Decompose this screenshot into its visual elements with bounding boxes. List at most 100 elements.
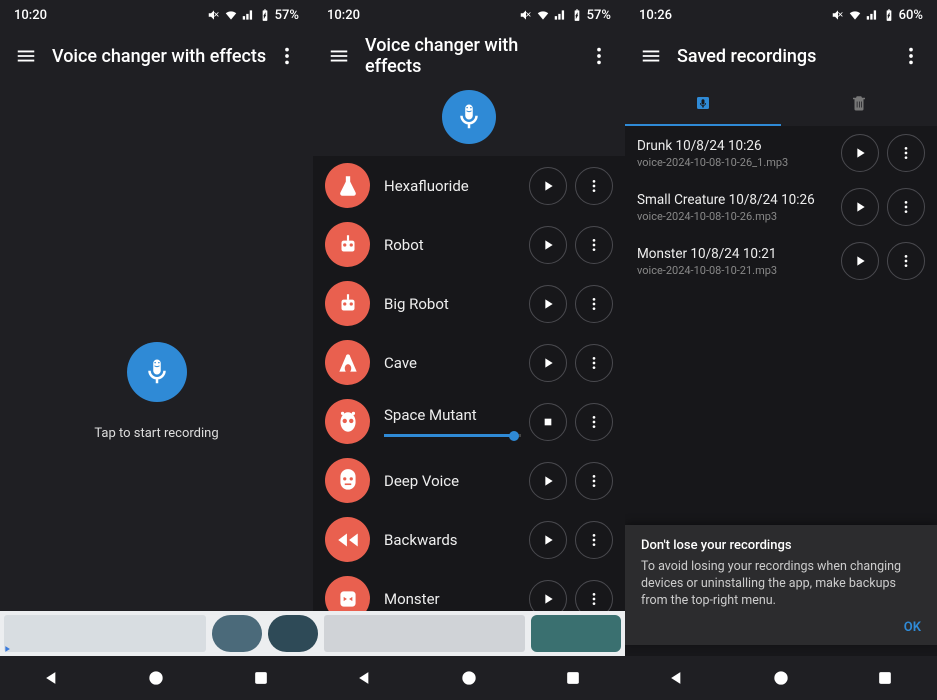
play-icon — [540, 591, 556, 607]
effect-more-button[interactable] — [575, 521, 613, 559]
record-button[interactable] — [127, 342, 187, 402]
recording-filename: voice-2024-10-08-10-26.mp3 — [637, 210, 833, 223]
recording-more-button[interactable] — [887, 134, 925, 172]
ad-banner[interactable] — [0, 611, 625, 656]
recording-more-button[interactable] — [887, 188, 925, 226]
more-button[interactable] — [579, 36, 619, 76]
play-icon — [540, 296, 556, 312]
snackbar-body: To avoid losing your recordings when cha… — [641, 559, 921, 610]
nav-bar — [625, 656, 937, 700]
more-icon — [898, 145, 914, 161]
play-icon — [540, 237, 556, 253]
status-battery: 60% — [899, 8, 923, 23]
play-button[interactable] — [529, 462, 567, 500]
effect-label: Deep Voice — [384, 472, 521, 490]
snackbar-title: Don't lose your recordings — [641, 538, 921, 553]
status-time: 10:20 — [14, 8, 47, 23]
effect-more-button[interactable] — [575, 462, 613, 500]
status-time: 10:20 — [327, 8, 360, 23]
effect-row: Hexafluoride — [313, 156, 625, 215]
effect-icon — [325, 281, 370, 326]
play-button[interactable] — [529, 344, 567, 382]
nav-recent-icon[interactable] — [875, 668, 895, 688]
tap-to-record-label: Tap to start recording — [94, 426, 218, 441]
menu-icon — [640, 45, 662, 67]
play-button[interactable] — [529, 167, 567, 205]
menu-button[interactable] — [631, 36, 671, 76]
play-icon — [540, 473, 556, 489]
snackbar: Don't lose your recordings To avoid losi… — [625, 525, 937, 645]
effect-label: Robot — [384, 236, 521, 254]
effect-row: Robot — [313, 215, 625, 274]
more-button[interactable] — [267, 36, 307, 76]
tab-trash[interactable] — [781, 82, 937, 126]
play-button[interactable] — [529, 521, 567, 559]
wifi-icon — [848, 8, 862, 22]
recording-row: Small Creature 10/8/24 10:26 voice-2024-… — [625, 180, 937, 234]
recording-row: Drunk 10/8/24 10:26 voice-2024-10-08-10-… — [625, 126, 937, 180]
battery-icon — [570, 8, 584, 22]
signal-icon — [241, 8, 255, 22]
more-icon — [898, 253, 914, 269]
stop-button[interactable] — [529, 403, 567, 441]
play-button[interactable] — [529, 226, 567, 264]
menu-icon — [328, 45, 350, 67]
screen-saved: 10:26 60% Saved recordings Drunk 10/8/24… — [625, 0, 937, 700]
mute-icon — [519, 8, 533, 22]
effect-row: Deep Voice — [313, 451, 625, 510]
record-button[interactable] — [442, 90, 496, 144]
nav-home-icon[interactable] — [146, 668, 166, 688]
recording-title: Small Creature 10/8/24 10:26 — [637, 192, 833, 208]
snackbar-ok-button[interactable]: OK — [641, 620, 921, 635]
effect-more-button[interactable] — [575, 167, 613, 205]
app-bar: Voice changer with effects — [313, 30, 625, 82]
playback-progress[interactable] — [384, 434, 521, 437]
effect-more-button[interactable] — [575, 403, 613, 441]
recording-more-button[interactable] — [887, 242, 925, 280]
more-icon — [586, 532, 602, 548]
effect-row: Backwards — [313, 510, 625, 569]
nav-home-icon[interactable] — [771, 668, 791, 688]
tab-recordings[interactable] — [625, 82, 781, 126]
play-button[interactable] — [841, 134, 879, 172]
effect-icon — [325, 399, 370, 444]
wifi-icon — [536, 8, 550, 22]
ad-info-icon — [2, 644, 12, 654]
status-battery: 57% — [275, 8, 299, 23]
more-icon — [586, 591, 602, 607]
nav-back-icon[interactable] — [42, 668, 62, 688]
more-button[interactable] — [891, 36, 931, 76]
more-icon — [588, 45, 610, 67]
effect-icon — [325, 163, 370, 208]
play-button[interactable] — [841, 188, 879, 226]
effect-more-button[interactable] — [575, 344, 613, 382]
effect-icon — [325, 517, 370, 562]
recording-title: Monster 10/8/24 10:21 — [637, 246, 833, 262]
nav-home-icon[interactable] — [459, 668, 479, 688]
more-icon — [898, 199, 914, 215]
trash-tab-icon — [850, 94, 868, 112]
nav-back-icon[interactable] — [355, 668, 375, 688]
mic-icon — [454, 102, 484, 132]
menu-button[interactable] — [319, 36, 359, 76]
menu-icon — [15, 45, 37, 67]
nav-recent-icon[interactable] — [251, 668, 271, 688]
menu-button[interactable] — [6, 36, 46, 76]
effect-more-button[interactable] — [575, 285, 613, 323]
battery-icon — [882, 8, 896, 22]
screen-effects: 10:20 57% Voice changer with effects Hex… — [313, 0, 625, 700]
effect-label: Monster — [384, 590, 521, 608]
nav-back-icon[interactable] — [667, 668, 687, 688]
play-icon — [852, 253, 868, 269]
effect-label: Hexafluoride — [384, 177, 521, 195]
nav-recent-icon[interactable] — [563, 668, 583, 688]
effect-more-button[interactable] — [575, 226, 613, 264]
status-bar: 10:26 60% — [625, 0, 937, 30]
effect-label: Big Robot — [384, 295, 521, 313]
play-button[interactable] — [841, 242, 879, 280]
effect-label: Cave — [384, 354, 521, 372]
play-button[interactable] — [529, 285, 567, 323]
effect-row: Big Robot — [313, 274, 625, 333]
more-icon — [276, 45, 298, 67]
effect-icon — [325, 222, 370, 267]
